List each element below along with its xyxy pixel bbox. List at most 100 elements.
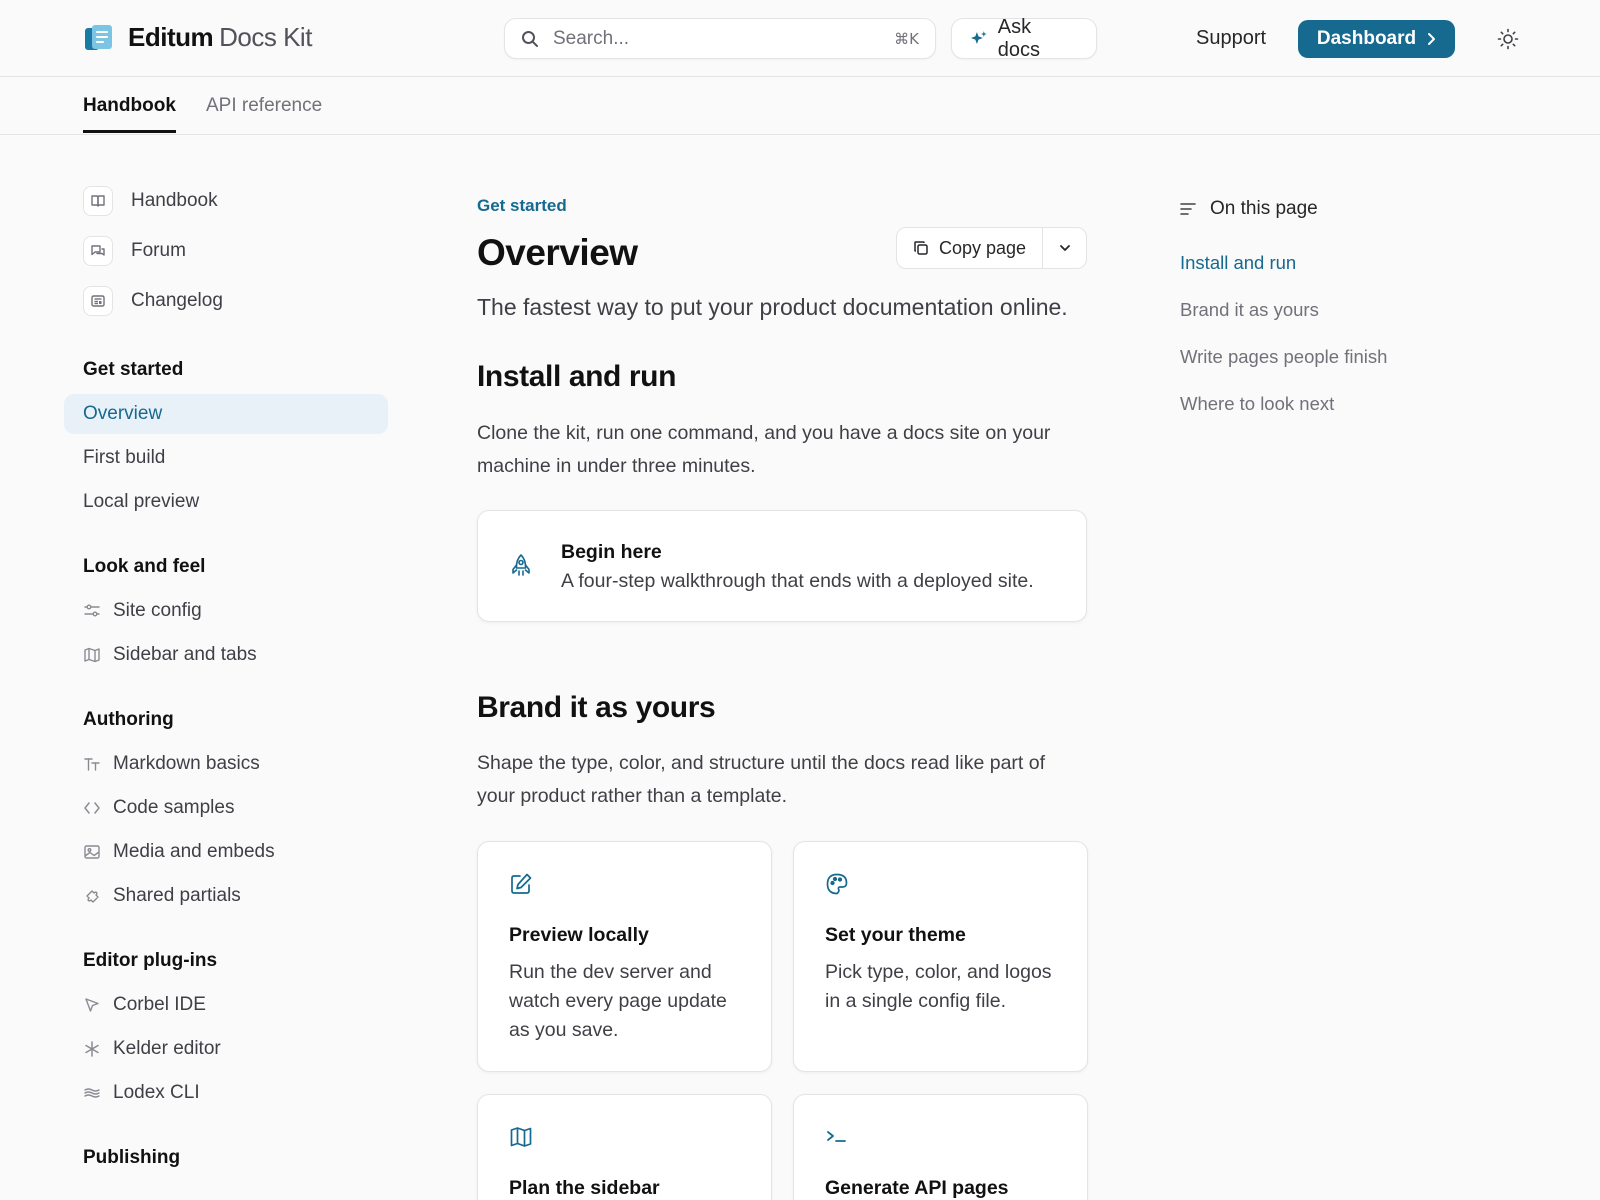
tab-handbook[interactable]: Handbook xyxy=(83,95,176,117)
card-set-your-theme[interactable]: Set your theme Pick type, color, and log… xyxy=(793,841,1088,1072)
sidebar-item-label: Markdown basics xyxy=(113,753,260,774)
nav-group-look-and-feel: Look and feel Site config Sidebar and ta… xyxy=(64,545,388,677)
search-input[interactable] xyxy=(553,27,895,50)
section-body-brand-it-as-yours: Shape the type, color, and structure unt… xyxy=(477,747,1097,813)
sidebar-item-label: Code samples xyxy=(113,797,235,818)
section-heading-install-and-run: Install and run xyxy=(477,360,677,393)
edit-icon xyxy=(511,873,532,894)
sidebar-item-label: Media and embeds xyxy=(113,841,275,862)
nav-group-title: Look and feel xyxy=(83,556,206,577)
dashboard-button[interactable]: Dashboard xyxy=(1298,20,1455,58)
sidebar-item-code-samples[interactable]: Code samples xyxy=(64,786,388,830)
copy-icon xyxy=(914,241,928,255)
sidebar-item-local-preview[interactable]: Local preview xyxy=(64,480,388,524)
sidebar: Handbook Forum Changelog Get started Ove… xyxy=(64,176,388,1180)
support-link[interactable]: Support xyxy=(1196,27,1266,50)
chevron-down-icon xyxy=(1059,245,1070,251)
sidebar-item-first-build[interactable]: First build xyxy=(64,436,388,480)
palette-icon xyxy=(826,873,848,895)
sidebar-item-label: Kelder editor xyxy=(113,1038,221,1059)
page-subtitle: The fastest way to put your product docu… xyxy=(477,294,1068,320)
ql-icon-box xyxy=(83,236,113,266)
ql-icon-box xyxy=(83,286,113,316)
body-line: Shape the type, color, and structure unt… xyxy=(477,752,1046,774)
ask-docs-button[interactable]: Ask docs xyxy=(951,15,1097,61)
body-line: Clone the kit, run one command, and you … xyxy=(477,422,1051,444)
callout-title: Begin here xyxy=(561,541,662,563)
nav-group-title: Editor plug-ins xyxy=(83,950,218,971)
copy-page-label: Copy page xyxy=(939,237,1027,258)
callout-description: A four-step walkthrough that ends with a… xyxy=(561,570,1034,592)
sidebar-item-markdown-basics[interactable]: Markdown basics xyxy=(64,742,388,786)
ask-docs-label: Ask docs xyxy=(997,15,1041,61)
nav-group-authoring: Authoring Markdown basics Code samples M… xyxy=(64,698,388,918)
toc-heading-label: On this page xyxy=(1210,198,1318,219)
toc-item-write-pages-people-finish[interactable]: Write pages people finish xyxy=(1180,333,1480,380)
search-box[interactable]: ⌘K xyxy=(504,18,936,59)
asterisk-icon xyxy=(85,1041,99,1057)
copy-page-button[interactable]: Copy page xyxy=(897,228,1044,268)
sparkle-icon xyxy=(970,30,987,44)
card-title: Preview locally xyxy=(509,924,649,946)
top-bar: EditumDocs Kit ⌘K Ask docs Support Dashb… xyxy=(0,0,1600,77)
brand-name: Editum xyxy=(128,22,214,52)
chat-icon xyxy=(91,245,105,256)
sidebar-item-label: Corbel IDE xyxy=(113,994,206,1015)
map-icon xyxy=(510,1127,532,1147)
copy-page-button-group: Copy page xyxy=(896,227,1087,269)
terminal-icon xyxy=(827,1131,846,1142)
sidebar-item-label: Shared partials xyxy=(113,885,241,906)
sidebar-item-kelder-editor[interactable]: Kelder editor xyxy=(64,1027,388,1071)
sidebar-item-site-config[interactable]: Site config xyxy=(64,589,388,633)
puzzle-icon xyxy=(86,890,99,903)
toc-item-brand-it-as-yours[interactable]: Brand it as yours xyxy=(1180,286,1480,333)
nav-group-get-started: Get started Overview First build Local p… xyxy=(64,348,388,524)
card-title: Set your theme xyxy=(825,924,966,946)
sidebar-item-overview[interactable]: Overview xyxy=(64,394,388,434)
map-icon xyxy=(84,647,100,663)
toc-item-where-to-look-next[interactable]: Where to look next xyxy=(1180,380,1480,427)
nav-group-editor-plugins: Editor plug-ins Corbel IDE Kelder editor… xyxy=(64,939,388,1115)
nav-group-title: Publishing xyxy=(83,1147,181,1168)
logo[interactable]: Editum Docs Kit xyxy=(84,22,312,53)
sidebar-item-label: Site config xyxy=(113,600,202,621)
sidebar-item-label: Sidebar and tabs xyxy=(113,644,257,665)
tab-bar: Handbook API reference xyxy=(0,77,1600,135)
sidebar-link-changelog[interactable]: Changelog xyxy=(64,276,388,326)
card-generate-api-pages[interactable]: Generate API pages xyxy=(793,1094,1088,1200)
card-description: Pick type, color, and logos in a single … xyxy=(825,961,1052,1012)
sidebar-link-label: Handbook xyxy=(131,190,218,211)
card-plan-the-sidebar[interactable]: Plan the sidebar xyxy=(477,1094,772,1200)
section-heading-brand-it-as-yours: Brand it as yours xyxy=(477,691,716,724)
table-of-contents: On this page Install and run Brand it as… xyxy=(1180,196,1480,427)
list-icon xyxy=(1180,203,1196,215)
sliders-icon xyxy=(84,604,100,617)
sidebar-item-shared-partials[interactable]: Shared partials xyxy=(64,874,388,918)
body-line: machine in under three minutes. xyxy=(477,455,756,477)
active-tab-indicator xyxy=(83,130,176,133)
callout-begin-here[interactable]: Begin here A four-step walkthrough that … xyxy=(477,510,1087,622)
image-icon xyxy=(84,845,100,859)
sidebar-item-sidebar-and-tabs[interactable]: Sidebar and tabs xyxy=(64,633,388,677)
search-icon xyxy=(522,30,538,47)
newspaper-icon xyxy=(91,295,105,307)
sidebar-item-corbel-ide[interactable]: Corbel IDE xyxy=(64,983,388,1027)
nav-group-title: Get started xyxy=(83,359,184,380)
section-body-install-and-run: Clone the kit, run one command, and you … xyxy=(477,417,1097,483)
ql-icon-box xyxy=(83,186,113,216)
logo-text: Editum Docs Kit xyxy=(128,22,312,53)
sidebar-item-lodex-cli[interactable]: Lodex CLI xyxy=(64,1071,388,1115)
sidebar-link-handbook[interactable]: Handbook xyxy=(64,176,388,226)
copy-options-dropdown[interactable] xyxy=(1043,228,1086,268)
text-size-icon xyxy=(84,758,100,771)
tab-api-reference[interactable]: API reference xyxy=(206,95,322,117)
sun-icon[interactable] xyxy=(1497,28,1519,50)
toc-item-install-and-run[interactable]: Install and run xyxy=(1180,239,1480,286)
card-description: Run the dev server and watch every page … xyxy=(509,961,727,1041)
nav-group-title: Authoring xyxy=(83,709,174,730)
card-preview-locally[interactable]: Preview locally Run the dev server and w… xyxy=(477,841,772,1072)
nav-group-publishing: Publishing xyxy=(64,1136,388,1180)
sidebar-item-media-and-embeds[interactable]: Media and embeds xyxy=(64,830,388,874)
card-title: Plan the sidebar xyxy=(509,1177,660,1199)
sidebar-link-forum[interactable]: Forum xyxy=(64,226,388,276)
